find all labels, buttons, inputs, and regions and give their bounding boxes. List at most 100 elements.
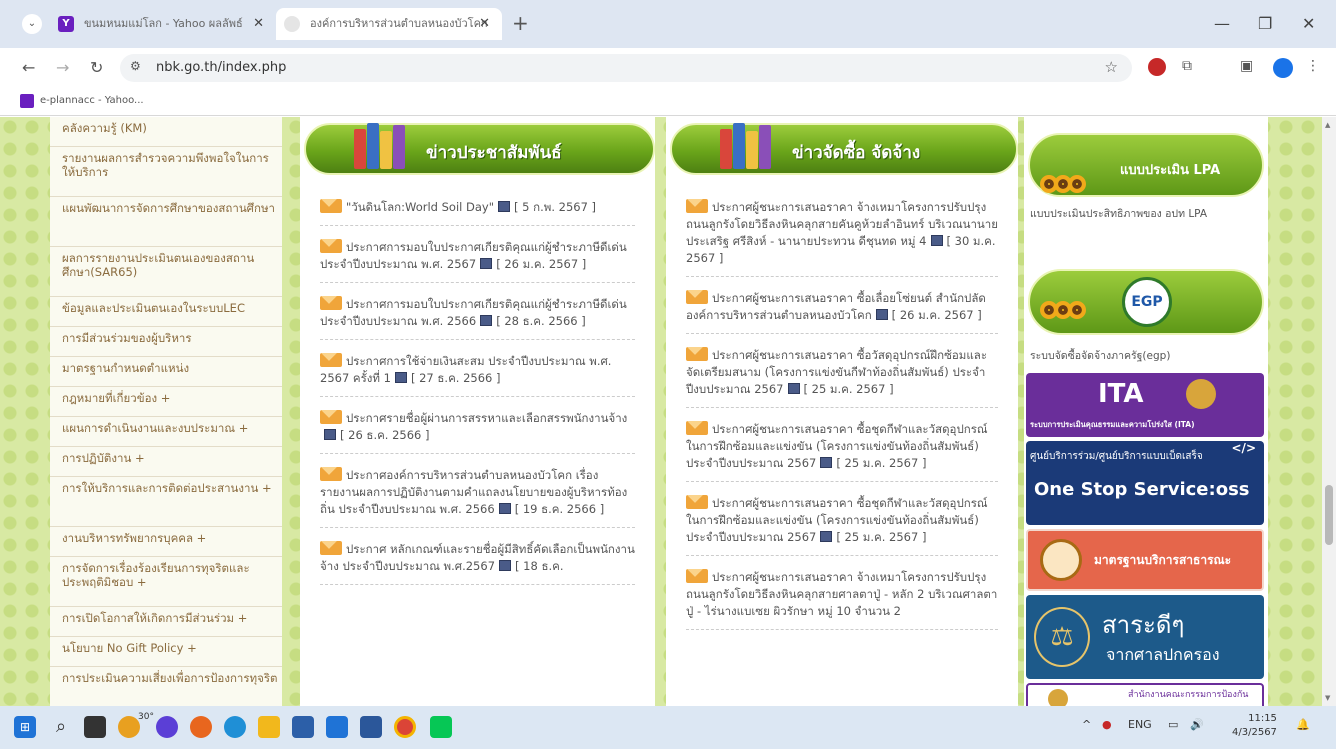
menu-item-services[interactable]: การให้บริการและการติดต่อประสานงาน + bbox=[50, 477, 282, 527]
word-icon[interactable] bbox=[360, 716, 382, 738]
bookmark-item[interactable]: e-plannacc - Yahoo... bbox=[40, 95, 144, 106]
nacc-banner[interactable]: สำนักงานคณะกรรมการป้องกัน bbox=[1026, 683, 1264, 706]
menu-item-education-plan[interactable]: แผนพัฒนาการจัดการศึกษาของสถานศึกษา bbox=[50, 197, 282, 247]
envelope-icon bbox=[686, 347, 708, 361]
news-item[interactable]: ประกาศการมอบใบประกาศเกียรติคุณแก่ผู้ชำระ… bbox=[320, 239, 635, 283]
edge-icon[interactable] bbox=[224, 716, 246, 738]
weather-icon[interactable] bbox=[118, 716, 140, 738]
document-icon bbox=[480, 258, 493, 269]
windows-start-icon[interactable]: ⊞ bbox=[14, 716, 36, 738]
tray-app-icon[interactable]: ● bbox=[1102, 718, 1112, 731]
ita-banner[interactable]: ITA ระบบการประเมินคุณธรรมและความโปร่งใส … bbox=[1026, 373, 1264, 437]
profile-avatar[interactable] bbox=[1273, 58, 1293, 78]
menu-item-operations[interactable]: การปฏิบัติงาน + bbox=[50, 447, 282, 477]
menu-item-position-standard[interactable]: มาตรฐานกำหนดตำแหน่ง bbox=[50, 357, 282, 387]
oss-title: One Stop Service:oss bbox=[1034, 479, 1250, 500]
news-item-text[interactable]: ประกาศผู้ชนะการเสนอราคา จ้างเหมาโครงการป… bbox=[686, 570, 997, 618]
menu-item-complaints[interactable]: การจัดการเรื่องร้องเรียนการทุจริตและประพ… bbox=[50, 557, 282, 607]
news-item[interactable]: ประกาศผู้ชนะการเสนอราคา จ้างเหมาโครงการป… bbox=[686, 569, 998, 630]
teams-icon[interactable] bbox=[156, 716, 178, 738]
news-item[interactable]: ประกาศรายชื่อผู้ผ่านการสรรหาและเลือกสรรพ… bbox=[320, 410, 635, 454]
language-indicator[interactable]: ENG bbox=[1128, 718, 1152, 731]
menu-item-lec[interactable]: ข้อมูลและประเมินตนเองในระบบLEC bbox=[50, 297, 282, 327]
nacc-label: สำนักงานคณะกรรมการป้องกัน bbox=[1128, 690, 1249, 700]
news-item-text[interactable]: "วันดินโลก:World Soil Day" bbox=[346, 200, 494, 214]
news-item-text[interactable]: ประกาศ หลักเกณฑ์และรายชื่อผู้มีสิทธิ์คัด… bbox=[320, 542, 635, 573]
new-tab-button[interactable]: + bbox=[512, 12, 529, 34]
sidebar-icon[interactable]: ▣ bbox=[1240, 58, 1253, 74]
news-item[interactable]: ประกาศผู้ชนะการเสนอราคา ซื้อชุดกีฬาและวั… bbox=[686, 421, 998, 482]
menu-item-risk-assessment[interactable]: การประเมินความเสี่ยงเพื่อการป้องการทุจริ… bbox=[50, 667, 282, 706]
egp-banner[interactable]: EGP bbox=[1028, 269, 1264, 335]
line-icon[interactable] bbox=[430, 716, 452, 738]
search-icon[interactable]: ⌕ bbox=[50, 716, 72, 738]
menu-item-operation-plan[interactable]: แผนการดำเนินงานและงบประมาณ + bbox=[50, 417, 282, 447]
menu-item-executive-participation[interactable]: การมีส่วนร่วมของผู้บริหาร bbox=[50, 327, 282, 357]
extension-icon[interactable] bbox=[1148, 58, 1166, 76]
document-icon bbox=[324, 429, 336, 440]
close-tab-icon[interactable]: ✕ bbox=[479, 8, 490, 40]
document-icon bbox=[930, 235, 943, 246]
menu-item-laws[interactable]: กฎหมายที่เกี่ยวข้อง + bbox=[50, 387, 282, 417]
store-icon[interactable] bbox=[292, 716, 314, 738]
restore-icon[interactable]: ❐ bbox=[1258, 14, 1272, 33]
browser-tab-active[interactable]: องค์การบริหารส่วนตำบลหนองบัวโคก ✕ bbox=[276, 8, 502, 40]
scroll-down-icon[interactable]: ▼ bbox=[1325, 694, 1330, 702]
menu-item-hr[interactable]: งานบริหารทรัพยากรบุคคล + bbox=[50, 527, 282, 557]
document-icon bbox=[787, 383, 800, 394]
scrollbar-thumb[interactable] bbox=[1325, 485, 1333, 545]
news-item[interactable]: ประกาศผู้ชนะการเสนอราคา ซื้อเลื่อยโซ่ยนต… bbox=[686, 290, 998, 334]
bookmark-star-icon[interactable]: ☆ bbox=[1105, 58, 1118, 76]
one-stop-service-banner[interactable]: </> ศูนย์บริการร่วม/ศูนย์บริการแบบเบ็ดเส… bbox=[1026, 441, 1264, 525]
news-item[interactable]: ประกาศการใช้จ่ายเงินสะสม ประจำปีงบประมาณ… bbox=[320, 353, 635, 397]
firefox-icon[interactable] bbox=[190, 716, 212, 738]
news-item-text[interactable]: ประกาศรายชื่อผู้ผ่านการสรรหาและเลือกสรรพ… bbox=[346, 411, 627, 425]
clock[interactable]: 11:15 4/3/2567 bbox=[1232, 712, 1277, 740]
news-item[interactable]: ประกาศการมอบใบประกาศเกียรติคุณแก่ผู้ชำระ… bbox=[320, 296, 635, 340]
menu-item-km[interactable]: คลังความรู้ (KM) bbox=[50, 117, 282, 147]
menu-item-participation[interactable]: การเปิดโอกาสให้เกิดการมีส่วนร่วม + bbox=[50, 607, 282, 637]
envelope-icon bbox=[320, 353, 342, 367]
news-item[interactable]: ประกาศองค์การบริหารส่วนตำบลหนองบัวโคก เร… bbox=[320, 467, 635, 528]
mail-icon[interactable] bbox=[326, 716, 348, 738]
news-item[interactable]: ประกาศผู้ชนะการเสนอราคา ซื้อวัสดุอุปกรณ์… bbox=[686, 347, 998, 408]
news-item-date: [ 19 ธ.ค. 2566 ] bbox=[514, 502, 605, 516]
news-item[interactable]: "วันดินโลก:World Soil Day" [ 5 ก.พ. 2567 … bbox=[320, 199, 635, 226]
notification-bell-icon[interactable]: 🔔 bbox=[1296, 718, 1310, 731]
egp-description[interactable]: ระบบจัดซื้อจัดจ้างภาครัฐ(egp) bbox=[1030, 349, 1170, 363]
books-icon bbox=[720, 121, 778, 169]
page-scrollbar[interactable]: ▲ ▼ bbox=[1322, 117, 1336, 706]
minimize-icon[interactable]: — bbox=[1214, 14, 1230, 33]
task-view-icon[interactable] bbox=[84, 716, 106, 738]
scroll-up-icon[interactable]: ▲ bbox=[1325, 121, 1330, 129]
public-service-standard-banner[interactable]: มาตรฐานบริการสาธารณะ bbox=[1026, 529, 1264, 591]
lpa-description[interactable]: แบบประเมินประสิทธิภาพของ อปท LPA bbox=[1030, 207, 1260, 221]
file-explorer-icon[interactable] bbox=[258, 716, 280, 738]
reload-icon[interactable]: ↻ bbox=[90, 58, 103, 77]
menu-kebab-icon[interactable]: ⋮ bbox=[1306, 58, 1320, 74]
display-icon[interactable]: ▭ bbox=[1168, 718, 1178, 731]
news-item[interactable]: ประกาศผู้ชนะการเสนอราคา จ้างเหมาโครงการป… bbox=[686, 199, 998, 277]
tab-title: องค์การบริหารส่วนตำบลหนองบัวโคก bbox=[310, 17, 488, 30]
lpa-banner[interactable]: แบบประเมิน LPA bbox=[1028, 133, 1264, 197]
forward-icon[interactable]: → bbox=[56, 58, 69, 77]
chrome-icon[interactable] bbox=[394, 716, 416, 738]
tab-list-button[interactable]: ⌄ bbox=[22, 14, 42, 34]
news-item[interactable]: ประกาศ หลักเกณฑ์และรายชื่อผู้มีสิทธิ์คัด… bbox=[320, 541, 635, 585]
volume-icon[interactable]: 🔊 bbox=[1190, 718, 1204, 731]
url-field[interactable]: ⚙ nbk.go.th/index.php ☆ bbox=[120, 54, 1132, 82]
close-window-icon[interactable]: ✕ bbox=[1302, 14, 1315, 33]
news-item[interactable]: ประกาศผู้ชนะการเสนอราคา ซื้อชุดกีฬาและวั… bbox=[686, 495, 998, 556]
back-icon[interactable]: ← bbox=[22, 58, 35, 77]
administrative-court-banner[interactable]: ⚖ สาระดีๆ จากศาลปกครอง bbox=[1026, 595, 1264, 679]
tray-chevron-icon[interactable]: ^ bbox=[1082, 718, 1091, 731]
site-info-icon[interactable]: ⚙ bbox=[130, 59, 141, 73]
books-icon bbox=[354, 121, 412, 169]
browser-tab[interactable]: Y ขนมหนมแม่โลก - Yahoo ผลลัพธ์ ✕ bbox=[50, 8, 276, 40]
news-item-date: [ 26 ม.ค. 2567 ] bbox=[496, 257, 587, 271]
extensions-puzzle-icon[interactable]: ⧉ bbox=[1182, 58, 1192, 74]
menu-item-no-gift-policy[interactable]: นโยบาย No Gift Policy + bbox=[50, 637, 282, 667]
menu-item-sar65[interactable]: ผลการรายงานประเมินตนเองของสถานศึกษา(SAR6… bbox=[50, 247, 282, 297]
close-tab-icon[interactable]: ✕ bbox=[253, 8, 264, 40]
menu-item-satisfaction-report[interactable]: รายงานผลการสำรวจความพึงพอใจในการให้บริกา… bbox=[50, 147, 282, 197]
